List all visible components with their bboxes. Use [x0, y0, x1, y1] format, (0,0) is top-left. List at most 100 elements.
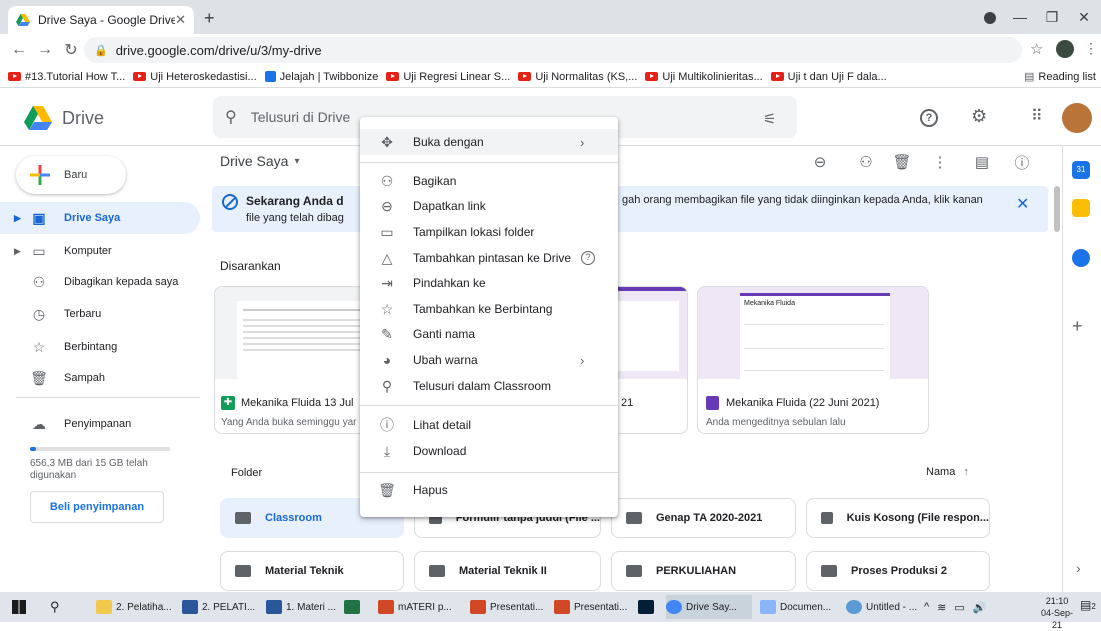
menu-item-move-to[interactable]: ⇥ Pindahkan ke: [360, 270, 618, 296]
menu-item-add-shortcut[interactable]: △ Tambahkan pintasan ke Drive?: [360, 245, 618, 271]
folder-section-label: Folder: [231, 467, 263, 479]
folder-item[interactable]: Material Teknik II: [414, 551, 601, 591]
sidebar-item-storage[interactable]: ☁ Penyimpanan: [0, 408, 200, 440]
windows-start-icon[interactable]: [12, 595, 26, 619]
bookmark-item[interactable]: Uji Heteroskedastisi...: [133, 71, 257, 83]
scrollbar-thumb[interactable]: [1054, 186, 1060, 232]
reading-list[interactable]: ▤ Reading list: [1024, 70, 1096, 84]
settings-gear-icon[interactable]: ⚙: [971, 106, 987, 127]
new-button[interactable]: Baru: [16, 156, 126, 194]
bookmark-item[interactable]: Uji Multikolinieritas...: [645, 71, 763, 83]
sidebar-item-computers[interactable]: ▶ ▭ Komputer: [0, 235, 200, 267]
notification-icon[interactable]: ▤2: [1080, 598, 1096, 612]
account-avatar[interactable]: [1062, 103, 1092, 133]
sidebar-item-recent[interactable]: ◷ Terbaru: [0, 298, 200, 330]
folder-item[interactable]: PERKULIAHAN: [611, 551, 796, 591]
sidebar-item-trash[interactable]: 🗑 Sampah: [0, 362, 200, 394]
taskbar-item[interactable]: Untitled - ...: [846, 595, 920, 619]
menu-item-view-details[interactable]: ⓘ Lihat detail: [360, 412, 618, 438]
profile-avatar[interactable]: [1056, 40, 1074, 58]
list-view-icon[interactable]: ▤: [970, 150, 994, 174]
bookmark-item[interactable]: Jelajah | Twibbonize: [264, 71, 378, 83]
taskbar-item[interactable]: 2. PELATI...: [182, 595, 260, 619]
browser-menu-icon[interactable]: ⋮: [1084, 40, 1098, 57]
taskbar-item[interactable]: Presentati...: [554, 595, 632, 619]
bookmark-item[interactable]: Uji Regresi Linear S...: [386, 71, 510, 83]
menu-item-download[interactable]: ⤓ Download: [360, 438, 618, 464]
menu-item-add-star[interactable]: ☆ Tambahkan ke Berbintang: [360, 296, 618, 322]
search-options-icon[interactable]: ⚟: [763, 110, 776, 128]
taskbar-item[interactable]: 2. Pelatiha...: [96, 595, 186, 619]
folder-item[interactable]: Genap TA 2020-2021: [611, 498, 796, 538]
forms-icon: [706, 396, 719, 410]
taskbar-item[interactable]: [638, 595, 658, 619]
block-icon: [222, 194, 238, 210]
more-vert-icon[interactable]: ⋮: [928, 150, 952, 174]
menu-item-open-with[interactable]: ✥ Buka dengan ›: [360, 129, 618, 155]
browser-tab[interactable]: Drive Saya - Google Drive ✕: [8, 6, 194, 34]
taskbar-search-icon[interactable]: ⚲: [50, 595, 60, 619]
link-icon[interactable]: ⊖: [808, 150, 832, 174]
drive-logo-icon[interactable]: [24, 106, 52, 130]
apps-grid-icon[interactable]: ⠿: [1031, 106, 1043, 126]
taskbar-item[interactable]: mATERI p...: [378, 595, 464, 619]
system-tray[interactable]: ^ ≋ ▭ 🔊: [924, 595, 987, 619]
menu-item-share[interactable]: ⚇ Bagikan: [360, 168, 618, 194]
buy-storage-button[interactable]: Beli penyimpanan: [30, 491, 164, 523]
menu-item-delete[interactable]: 🗑 Hapus: [360, 477, 618, 503]
folder-item[interactable]: Kuis Kosong (File respon...: [806, 498, 990, 538]
help-icon[interactable]: ?: [920, 109, 938, 127]
taskbar-item[interactable]: Presentati...: [470, 595, 548, 619]
menu-item-search-classroom[interactable]: ⚲ Telusuri dalam Classroom: [360, 373, 618, 399]
taskbar-item[interactable]: [344, 595, 364, 619]
taskbar-item[interactable]: Documen...: [760, 595, 840, 619]
bookmark-item[interactable]: Uji Normalitas (KS,...: [518, 71, 637, 83]
delete-icon[interactable]: 🗑: [890, 150, 914, 174]
banner-close-icon[interactable]: ✕: [1016, 194, 1029, 214]
tab-close-icon[interactable]: ✕: [175, 12, 186, 28]
add-addon-icon[interactable]: +: [1072, 316, 1083, 337]
search-icon[interactable]: ⚲: [225, 107, 237, 127]
profile-dot-icon[interactable]: [984, 12, 996, 24]
expand-arrow-icon[interactable]: ▶: [14, 213, 21, 224]
tab-title: Drive Saya - Google Drive: [38, 13, 176, 27]
add-person-icon[interactable]: ⚇: [854, 150, 878, 174]
forward-icon[interactable]: →: [32, 37, 58, 63]
taskbar-item[interactable]: 1. Materi ...: [266, 595, 338, 619]
menu-item-get-link[interactable]: ⊖ Dapatkan link: [360, 193, 618, 219]
suggested-card[interactable]: Mekanika Fluida Mekanika Fluida (22 Juni…: [697, 286, 929, 434]
tray-arrow-icon: ^: [924, 601, 930, 613]
address-bar[interactable]: 🔒 drive.google.com/drive/u/3/my-drive: [84, 37, 1022, 63]
sort-by-name[interactable]: Nama ↑: [926, 466, 969, 478]
menu-item-show-folder-location[interactable]: ▭ Tampilkan lokasi folder: [360, 219, 618, 245]
breadcrumb[interactable]: Drive Saya ▾: [220, 153, 300, 169]
clock[interactable]: 21:10 04-Sep-21: [1040, 595, 1074, 631]
cloud-icon: ☁: [32, 415, 46, 432]
tasks-icon[interactable]: [1072, 249, 1090, 267]
calendar-icon[interactable]: 31: [1072, 161, 1090, 179]
sidebar-item-shared[interactable]: ⚇ Dibagikan kepada saya: [0, 266, 200, 298]
keep-icon[interactable]: [1072, 199, 1090, 217]
expand-panel-icon[interactable]: ›: [1076, 560, 1081, 576]
back-icon[interactable]: ←: [6, 37, 32, 63]
bookmark-item[interactable]: #13.Tutorial How T...: [8, 71, 125, 83]
bookmark-star-icon[interactable]: ☆: [1030, 40, 1043, 58]
expand-arrow-icon[interactable]: ▶: [14, 246, 21, 257]
bookmark-item[interactable]: Uji t dan Uji F dala...: [770, 71, 887, 83]
new-tab-icon[interactable]: +: [204, 8, 215, 29]
folder-item[interactable]: Proses Produksi 2: [806, 551, 990, 591]
menu-item-change-color[interactable]: ◕ Ubah warna ›: [360, 347, 618, 373]
move-icon: ⇥: [381, 274, 393, 291]
folder-item[interactable]: Material Teknik: [220, 551, 404, 591]
sidebar-item-starred[interactable]: ☆ Berbintang: [0, 331, 200, 363]
storage-bar: [30, 447, 170, 451]
taskbar-item-active[interactable]: Drive Say...: [666, 595, 752, 619]
help-icon[interactable]: ?: [581, 251, 595, 265]
close-window-icon[interactable]: ✕: [1064, 0, 1101, 34]
sidebar-item-my-drive[interactable]: ▶ ▣ Drive Saya: [0, 202, 200, 234]
menu-item-rename[interactable]: ✎ Ganti nama: [360, 321, 618, 347]
info-icon[interactable]: ⓘ: [1010, 150, 1034, 174]
document-icon: [760, 600, 776, 614]
reload-icon[interactable]: ↻: [58, 37, 84, 63]
trash-icon: 🗑: [378, 481, 396, 498]
